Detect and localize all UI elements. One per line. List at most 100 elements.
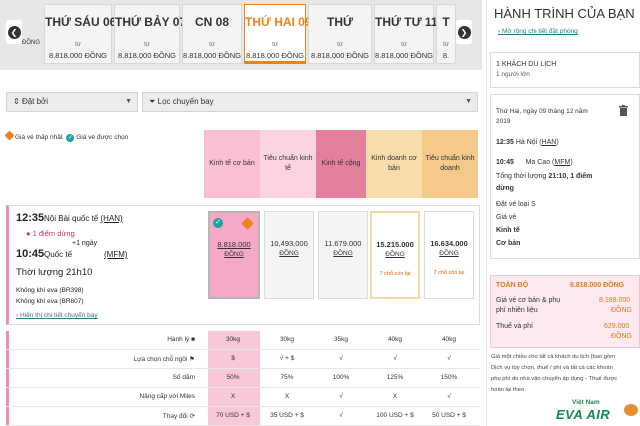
chevron-down-icon: ▼ bbox=[125, 98, 132, 105]
date-tab-wed-11[interactable]: THỨ TƯ 11 từ 8.818.000 ĐỒNG bbox=[374, 4, 438, 64]
trash-icon[interactable] bbox=[619, 105, 628, 116]
flight-details-link[interactable]: › Hiển thị chi tiết chuyến bay bbox=[16, 312, 98, 319]
date-tab-label: THỨ HAI 09 bbox=[245, 15, 312, 29]
date-tab-price: 8.818.000 ĐỒNG bbox=[311, 51, 369, 60]
summary-arr-code: MFM bbox=[554, 159, 571, 166]
date-tab-price: 8. bbox=[442, 51, 450, 60]
sort-icon: ⇕ bbox=[13, 97, 20, 106]
attribute-row: Số dặm 50% 75% 100% 125% 150% bbox=[6, 369, 480, 388]
base-fare-currency: ĐỒNG bbox=[611, 307, 632, 314]
summary-dep-time: 12:35 bbox=[496, 139, 514, 146]
fare-cell-economy-plus[interactable]: 11.679.000 ĐỒNG bbox=[318, 211, 368, 299]
fare-price: 16.634.000 bbox=[430, 239, 468, 248]
attribute-value: √ bbox=[447, 393, 451, 400]
selected-check-icon: ✓ bbox=[213, 218, 223, 228]
attribute-label-text: Nâng cấp với Miles bbox=[139, 393, 195, 400]
expand-booking-link[interactable]: › Mở rộng chi tiết đặt phòng bbox=[498, 28, 578, 35]
date-tab-fri-06[interactable]: THỨ SÁU 06 từ 8.818.000 ĐỒNG bbox=[44, 4, 117, 64]
fare-cell-economy-standard[interactable]: 10,493,000 ĐỒNG bbox=[264, 211, 314, 299]
summary-arr-city: Ma Cao ( bbox=[525, 159, 555, 166]
attribute-label-text: Số dặm bbox=[172, 374, 195, 381]
attribute-value: X bbox=[230, 393, 236, 400]
attribute-row: Hành lý ■ 30kg 30kg 35kg 40kg 40kg bbox=[6, 331, 480, 350]
attribute-label-text: Lựa chọn chỗ ngồi bbox=[133, 356, 188, 363]
tax-currency: ĐỒNG bbox=[611, 333, 632, 340]
partial-price-currency: ĐỒNG bbox=[22, 40, 40, 46]
base-fare-label: Giá vé cơ bản & phụ bbox=[496, 297, 561, 304]
date-tab-sat-07[interactable]: THỨ BẢY 07 từ 8.818.000 ĐỒNG bbox=[114, 4, 186, 64]
fare-cell-economy-basic[interactable]: ✓ 8.818.000 ĐỒNG bbox=[208, 211, 260, 299]
flight-details-link-label: Hiển thị chi tiết chuyến bay bbox=[19, 312, 98, 319]
attribute-value: 35 USD + $ bbox=[270, 412, 304, 419]
summary-fare-name-line2: Cơ bản bbox=[496, 240, 521, 247]
departure-airport-code: (HAN) bbox=[100, 214, 123, 223]
next-dates-button[interactable]: ❯ bbox=[456, 20, 472, 44]
attribute-label-text: Thay đổi bbox=[162, 413, 188, 420]
date-tab-from: từ bbox=[443, 42, 449, 48]
legend-selected-label: Giá vé được chọn bbox=[76, 134, 129, 141]
date-tab-label: T bbox=[442, 15, 450, 29]
eva-air-watermark: Việt Nam EVA AIR bbox=[556, 398, 640, 426]
fare-header-economy-basic: Kinh tế cơ bản bbox=[204, 130, 260, 198]
fare-price: 15.215.000 bbox=[376, 240, 414, 249]
fare-currency: ĐỒNG bbox=[333, 250, 353, 257]
legend-lowest-label: Giá vé thấp nhất bbox=[15, 134, 63, 141]
date-tab-label: THỨ SÁU 06 bbox=[45, 15, 117, 29]
chevron-down-icon: ▼ bbox=[465, 98, 472, 105]
tax-value: 629.000 bbox=[604, 323, 630, 330]
watermark-country: Việt Nam bbox=[572, 399, 600, 406]
stops-label: 1 điểm dừng bbox=[32, 229, 75, 238]
flight-date: Thứ Hai, ngày 09 tháng 12 năm bbox=[496, 108, 588, 115]
departure-time: 12:35 bbox=[16, 212, 45, 224]
date-tab-tue-10[interactable]: THỨ từ 8.818.000 ĐỒNG bbox=[308, 4, 372, 64]
attribute-value: 30kg bbox=[279, 336, 295, 343]
summary-arrival: 10:45 Ma Cao (MFM) bbox=[496, 159, 573, 166]
price-note-line: Giá một chiều cho tất cả khách du lịch (… bbox=[491, 354, 616, 360]
attribute-value: √ + $ bbox=[279, 355, 295, 362]
luggage-icon: ■ bbox=[189, 336, 195, 343]
total-price-box: TOÀN BỘ 8.818.000 ĐỒNG Giá vé cơ bản & p… bbox=[490, 275, 640, 348]
base-fare-label-line2: phí nhiên liệu bbox=[496, 307, 538, 314]
attribute-value: 35kg bbox=[333, 336, 349, 343]
price-note-line: hoàn lại theo bbox=[491, 387, 525, 393]
flight-summary: Thứ Hai, ngày 09 tháng 12 năm 2019 12:35… bbox=[490, 94, 640, 259]
date-tab-thu-12[interactable]: T từ 8. bbox=[436, 4, 456, 64]
fare-header-economy-plus: Kinh tế cộng bbox=[316, 130, 366, 198]
attribute-value: X bbox=[392, 393, 398, 400]
summary-arr-time: 10:45 bbox=[496, 159, 514, 166]
flight-filter-select[interactable]: ⏷ Lọc chuyến bay ▼ bbox=[142, 92, 478, 112]
operating-flight-1: Không khí eva (BR398) bbox=[16, 287, 84, 294]
fare-price: 10,493,000 bbox=[270, 239, 308, 248]
fare-header-business-basic: Kinh doanh cơ bản bbox=[366, 130, 422, 198]
date-tab-mon-09[interactable]: THỨ HAI 09 từ 8.818.000 ĐỒNG bbox=[244, 4, 312, 64]
attribute-value: 50 USD + $ bbox=[432, 412, 466, 419]
departure-airport-name: Nội Bài quốc tế bbox=[44, 214, 99, 223]
date-tab-sun-08[interactable]: CN 08 từ 8.818.000 ĐỒNG bbox=[182, 4, 242, 64]
date-tab-price: 8.818.000 ĐỒNG bbox=[375, 51, 433, 60]
refresh-icon: ⟳ bbox=[187, 413, 195, 420]
fare-cell-business-standard[interactable]: 16.634.000 ĐỒNG 7 chỗ còn lại bbox=[424, 211, 474, 299]
seats-left: 7 chỗ còn lại bbox=[433, 270, 465, 276]
fare-price: 8.818.000 bbox=[217, 240, 251, 249]
panel-divider bbox=[486, 0, 487, 426]
attribute-label: Hành lý ■ bbox=[6, 336, 198, 343]
date-tab-from: từ bbox=[337, 42, 343, 48]
total-amount: 8.818.000 bbox=[570, 282, 602, 289]
fare-currency: ĐỒNG bbox=[385, 251, 405, 258]
stops-filter-select[interactable]: ⇕ Đặt bởi ▼ bbox=[6, 92, 138, 112]
attribute-value: 75% bbox=[280, 374, 294, 381]
seats-left: 7 chỗ còn lại bbox=[379, 271, 411, 277]
fare-cell-business-basic[interactable]: 15.215.000 ĐỒNG 7 chỗ còn lại bbox=[370, 211, 420, 299]
attribute-value: 40kg bbox=[441, 336, 457, 343]
summary-dep-code: HAN bbox=[541, 139, 557, 146]
lowest-fare-tag-icon bbox=[4, 130, 15, 141]
arrival-time: 10:45 bbox=[16, 248, 45, 260]
chevron-right-icon: › bbox=[498, 28, 501, 35]
next-day-badge: +1 ngày bbox=[72, 240, 98, 247]
prev-dates-button[interactable]: ❮ bbox=[6, 20, 22, 44]
attribute-label-text: Hành lý bbox=[167, 336, 190, 343]
stops-info: ● 1 điểm dừng bbox=[26, 229, 75, 238]
date-tab-from: từ bbox=[75, 42, 81, 48]
fare-header-label: Kinh tế cộng bbox=[321, 160, 361, 167]
arrival-airport-name: Quốc tế bbox=[44, 250, 73, 259]
